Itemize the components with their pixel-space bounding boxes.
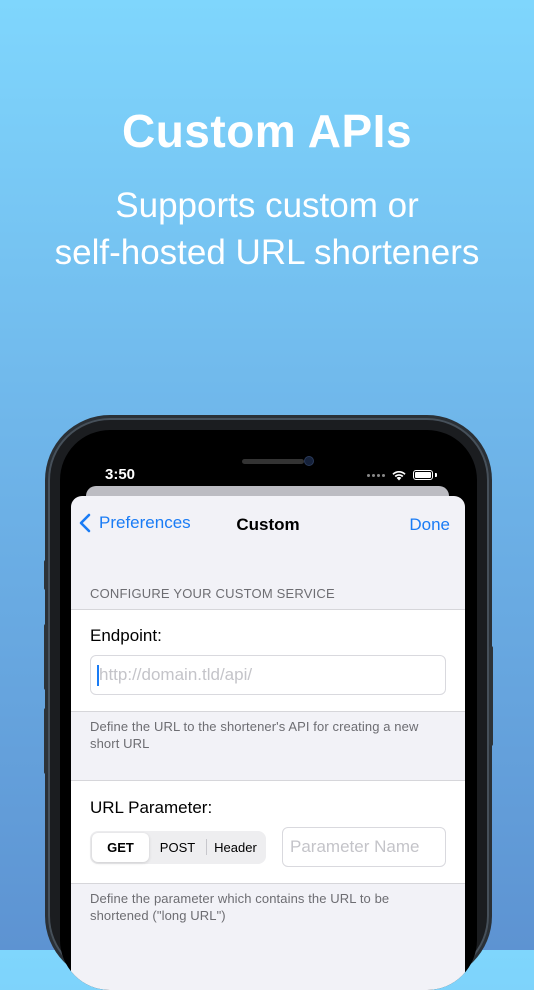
segment-post[interactable]: POST (149, 833, 206, 862)
url-parameter-cell: URL Parameter: GET POST Header Parameter… (71, 780, 465, 884)
phone-frame: 3:50 Preferences Custom Done CONFIGURE Y… (44, 418, 493, 990)
navigation-bar: Preferences Custom Done (71, 496, 465, 554)
endpoint-cell: Endpoint: http://domain.tld/api/ (71, 609, 465, 712)
done-button[interactable]: Done (409, 515, 450, 535)
subheadline: Supports custom or self-hosted URL short… (0, 182, 534, 276)
phone-screen: 3:50 Preferences Custom Done CONFIGURE Y… (60, 430, 477, 990)
section-header: CONFIGURE YOUR CUSTOM SERVICE (90, 586, 335, 601)
status-icons (367, 468, 437, 482)
segment-get[interactable]: GET (92, 832, 149, 862)
status-time: 3:50 (105, 466, 136, 483)
url-parameter-footer: Define the parameter which contains the … (90, 891, 390, 923)
headline: Custom APIs (121, 105, 413, 157)
battery-icon (413, 470, 433, 480)
subheadline-line-2: self-hosted URL shorteners (54, 233, 480, 272)
parameter-name-placeholder: Parameter Name (290, 837, 420, 856)
url-parameter-label: URL Parameter: (90, 798, 213, 817)
battery-tip (435, 473, 437, 477)
earpiece-speaker (242, 459, 304, 464)
custom-settings-sheet: Preferences Custom Done CONFIGURE YOUR C… (71, 496, 465, 990)
page-title: Custom (236, 515, 300, 534)
power-button (489, 646, 493, 746)
parameter-name-input[interactable]: Parameter Name (282, 827, 446, 867)
volume-up-button (44, 624, 48, 690)
method-segmented-control: GET POST Header (90, 830, 266, 864)
endpoint-label: Endpoint: (90, 626, 162, 645)
signal-icon (367, 473, 385, 477)
subheadline-line-1: Supports custom or (115, 186, 419, 225)
mute-switch (44, 560, 48, 590)
segment-header[interactable]: Header (207, 833, 264, 862)
endpoint-placeholder: http://domain.tld/api/ (99, 665, 253, 684)
endpoint-footer: Define the URL to the shortener's API fo… (90, 719, 419, 751)
front-camera (305, 457, 313, 465)
wifi-icon (392, 470, 406, 481)
endpoint-input[interactable]: http://domain.tld/api/ (90, 655, 446, 695)
volume-down-button (44, 708, 48, 774)
